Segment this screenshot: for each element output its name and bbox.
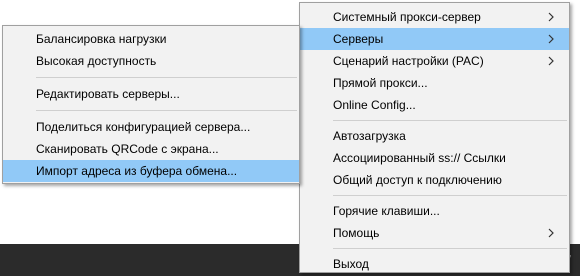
menu-separator: [333, 120, 567, 121]
menu-item-label: Online Config...: [333, 98, 416, 112]
menu-item-label: Балансировка нагрузки: [36, 32, 167, 46]
menu-item-exit[interactable]: Выход: [300, 253, 569, 275]
menu-item-label: Горячие клавиши...: [333, 204, 440, 218]
chevron-right-icon: [548, 56, 554, 66]
menu-item-label: Редактировать серверы...: [36, 87, 180, 101]
menu-item-label: Серверы: [333, 32, 384, 46]
menu-item-label: Общий доступ к подключению: [333, 173, 502, 187]
menu-item-label: Системный прокси-сервер: [333, 10, 481, 24]
servers-submenu: Балансировка нагрузки Высокая доступност…: [2, 25, 300, 184]
chevron-right-icon: [548, 228, 554, 238]
menu-separator: [36, 77, 297, 78]
menu-separator: [333, 248, 567, 249]
menu-item-pac[interactable]: Сценарий настройки (PAC): [300, 50, 569, 72]
chevron-right-icon: [548, 34, 554, 44]
menu-item-direct-proxy[interactable]: Прямой прокси...: [300, 72, 569, 94]
menu-item-label: Высокая доступность: [36, 54, 157, 68]
chevron-right-icon: [548, 12, 554, 22]
menu-item-associate-ss-links[interactable]: Ассоциированный ss:// Ссылки: [300, 147, 569, 169]
submenu-item-load-balance[interactable]: Балансировка нагрузки: [3, 28, 299, 50]
menu-item-help[interactable]: Помощь: [300, 222, 569, 244]
menu-item-label: Сканировать QRCode с экрана...: [36, 142, 219, 156]
menu-separator: [36, 110, 297, 111]
menu-item-label: Ассоциированный ss:// Ссылки: [333, 151, 506, 165]
menu-item-label: Импорт адреса из буфера обмена...: [36, 164, 238, 178]
menu-item-share-connection[interactable]: Общий доступ к подключению: [300, 169, 569, 191]
menu-item-label: Сценарий настройки (PAC): [333, 54, 484, 68]
menu-item-label: Прямой прокси...: [333, 76, 428, 90]
menu-item-label: Помощь: [333, 226, 380, 240]
submenu-item-scan-qrcode[interactable]: Сканировать QRCode с экрана...: [3, 138, 299, 160]
menu-separator: [333, 195, 567, 196]
menu-item-online-config[interactable]: Online Config...: [300, 94, 569, 116]
context-menu: Системный прокси-сервер Серверы Сценарий…: [299, 2, 570, 273]
submenu-item-import-clipboard[interactable]: Импорт адреса из буфера обмена...: [3, 160, 299, 182]
submenu-item-edit-servers[interactable]: Редактировать серверы...: [3, 83, 299, 105]
menu-item-hotkeys[interactable]: Горячие клавиши...: [300, 200, 569, 222]
menu-item-label: Поделиться конфигурацией сервера...: [36, 120, 251, 134]
menu-item-servers[interactable]: Серверы: [300, 28, 569, 50]
menu-item-autostart[interactable]: Автозагрузка: [300, 125, 569, 147]
menu-item-system-proxy[interactable]: Системный прокси-сервер: [300, 6, 569, 28]
submenu-item-share-config[interactable]: Поделиться конфигурацией сервера...: [3, 116, 299, 138]
menu-item-label: Автозагрузка: [333, 129, 406, 143]
menu-item-label: Выход: [333, 257, 369, 271]
submenu-item-high-availability[interactable]: Высокая доступность: [3, 50, 299, 72]
